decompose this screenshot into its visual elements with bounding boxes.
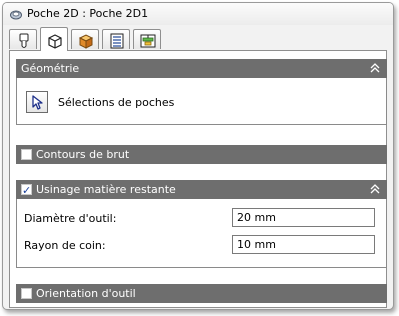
stock-contours-title: Contours de brut — [36, 148, 130, 161]
corner-radius-input[interactable] — [232, 235, 375, 254]
tool-orientation-title: Orientation d'outil — [36, 287, 136, 300]
stock-contours-checkbox[interactable] — [21, 149, 32, 160]
rest-machining-header[interactable]: Usinage matière restante — [16, 180, 387, 200]
geometry-section-header[interactable]: Géométrie — [16, 59, 387, 78]
tool-diameter-input[interactable] — [232, 208, 375, 227]
tool-icon — [19, 33, 29, 48]
rest-machining-section: Usinage matière restante Diamètre d'outi… — [16, 180, 387, 268]
tab-tool[interactable] — [9, 29, 37, 49]
geometry-section-body: Sélections de poches — [16, 78, 387, 125]
rest-machining-checkbox[interactable] — [21, 181, 32, 200]
pocket-2d-panel: Poche 2D : Poche 2D1 Géométrie Sélection… — [2, 2, 394, 310]
cube-outline-icon — [48, 34, 62, 49]
tab-content: Géométrie Sélections de poches Contours … — [9, 50, 387, 308]
panel-title: Poche 2D : Poche 2D1 — [27, 7, 149, 20]
tab-parameters[interactable] — [102, 29, 130, 49]
stock-contours-section: Contours de brut — [16, 145, 387, 164]
pocket-selection-label: Sélections de poches — [58, 96, 175, 109]
geometry-section-title: Géométrie — [21, 62, 80, 75]
corner-radius-label: Rayon de coin: — [24, 239, 106, 252]
cube-solid-icon — [78, 34, 94, 49]
tab-strip — [9, 27, 389, 51]
tab-geometry[interactable] — [40, 27, 68, 51]
title-bar: Poche 2D : Poche 2D1 — [3, 3, 393, 25]
collapse-chevron-icon[interactable] — [368, 59, 382, 78]
tab-machining[interactable] — [133, 29, 161, 49]
tool-orientation-checkbox[interactable] — [21, 288, 32, 299]
machining-icon — [140, 34, 156, 48]
stock-contours-header[interactable]: Contours de brut — [16, 145, 387, 164]
geometry-section: Géométrie Sélections de poches — [16, 59, 387, 125]
pocket-selection-button[interactable] — [26, 91, 48, 113]
tab-stock[interactable] — [71, 29, 99, 49]
pointer-arrow-icon — [32, 95, 43, 110]
list-icon — [110, 33, 124, 49]
pocket-operation-icon — [10, 10, 22, 20]
tool-orientation-section: Orientation d'outil — [16, 284, 387, 303]
rest-machining-body: Diamètre d'outil: Rayon de coin: — [16, 199, 387, 268]
tool-orientation-header[interactable]: Orientation d'outil — [16, 284, 387, 303]
rest-machining-title: Usinage matière restante — [36, 183, 176, 196]
tool-diameter-label: Diamètre d'outil: — [24, 212, 117, 225]
collapse-chevron-icon[interactable] — [368, 180, 382, 199]
